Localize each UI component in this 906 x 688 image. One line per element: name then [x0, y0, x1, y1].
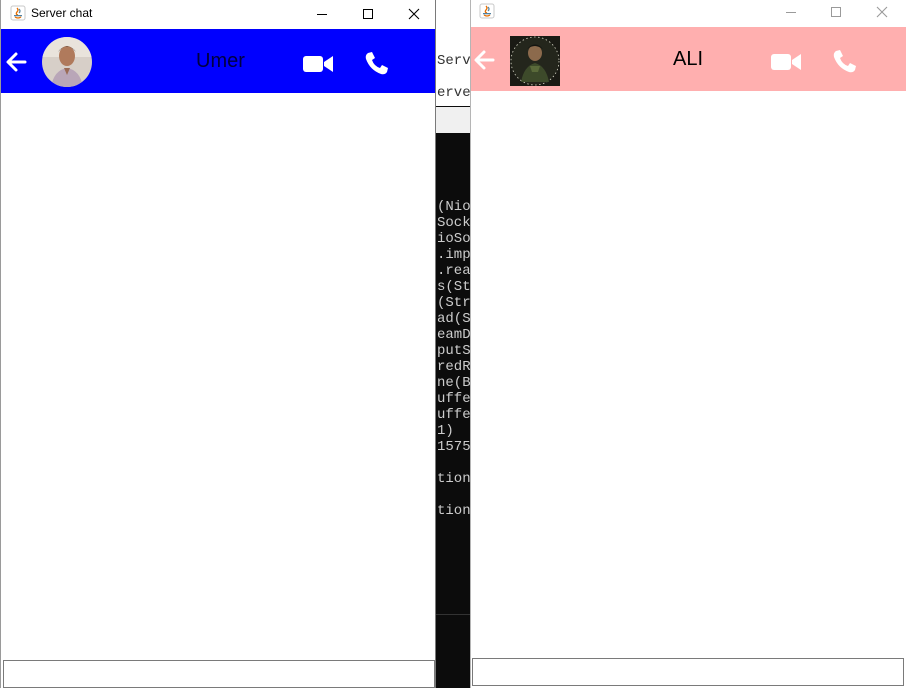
- chat-header: Umer: [1, 29, 435, 93]
- minimize-button[interactable]: [768, 0, 814, 25]
- video-camera-icon[interactable]: [302, 53, 334, 75]
- console-line: Sock: [437, 215, 470, 231]
- minimize-icon: [786, 11, 796, 13]
- avatar[interactable]: [42, 37, 92, 87]
- chat-header: ALI: [471, 27, 906, 91]
- console-header-line: erve: [437, 85, 470, 101]
- avatar[interactable]: [510, 36, 560, 86]
- message-input[interactable]: [472, 658, 904, 686]
- phone-icon[interactable]: [363, 49, 391, 77]
- console-line: uffe: [437, 391, 470, 407]
- console-line: ne(B: [437, 375, 470, 391]
- java-icon: [10, 5, 26, 21]
- phone-icon[interactable]: [831, 47, 859, 75]
- console-line: (Nio: [437, 199, 470, 215]
- contact-name: ALI: [673, 48, 704, 70]
- close-button[interactable]: [859, 0, 905, 25]
- back-arrow-icon[interactable]: [4, 50, 28, 74]
- title-bar[interactable]: Server chat: [1, 0, 435, 27]
- java-icon: [479, 3, 495, 19]
- console-line: tion: [437, 471, 470, 487]
- chat-messages-area: [471, 91, 906, 658]
- console-line: putS: [437, 343, 470, 359]
- console-line: ad(S: [437, 311, 470, 327]
- console-header-line: Serve: [437, 53, 470, 69]
- console-line: (Str: [437, 295, 470, 311]
- server-chat-window: Server chat Umer: [0, 0, 436, 688]
- background-console-window: Serve erve (Nio Sock ioSo .imp .rea s(St…: [436, 0, 470, 688]
- maximize-button[interactable]: [345, 0, 391, 27]
- console-line: 1): [437, 423, 454, 439]
- close-button[interactable]: [391, 0, 437, 27]
- console-line: ioSo: [437, 231, 470, 247]
- console-input-bar: [436, 107, 470, 133]
- console-line: s(St: [437, 279, 470, 295]
- maximize-icon: [831, 6, 841, 17]
- close-icon: [408, 8, 420, 19]
- maximize-icon: [363, 8, 373, 19]
- chat-messages-area: [1, 93, 435, 660]
- message-input[interactable]: [3, 660, 435, 688]
- console-line: .rea: [437, 263, 470, 279]
- maximize-button[interactable]: [813, 0, 859, 25]
- console-header: Serve erve: [436, 6, 470, 106]
- close-icon: [876, 6, 888, 17]
- window-title: Server chat: [31, 6, 93, 20]
- console-line: .imp: [437, 247, 470, 263]
- console-line: uffe: [437, 407, 470, 423]
- back-arrow-icon[interactable]: [472, 48, 496, 72]
- console-line: 1575: [437, 439, 470, 455]
- console-line: eamD: [437, 327, 470, 343]
- desktop: Serve erve (Nio Sock ioSo .imp .rea s(St…: [0, 0, 906, 688]
- minimize-icon: [317, 13, 327, 15]
- console-line: redR: [437, 359, 470, 375]
- video-camera-icon[interactable]: [770, 51, 802, 73]
- client-chat-window: ALI: [470, 0, 906, 688]
- title-bar[interactable]: [471, 0, 906, 27]
- contact-name: Umer: [196, 50, 245, 72]
- console-line: tion: [437, 503, 470, 519]
- minimize-button[interactable]: [299, 0, 345, 27]
